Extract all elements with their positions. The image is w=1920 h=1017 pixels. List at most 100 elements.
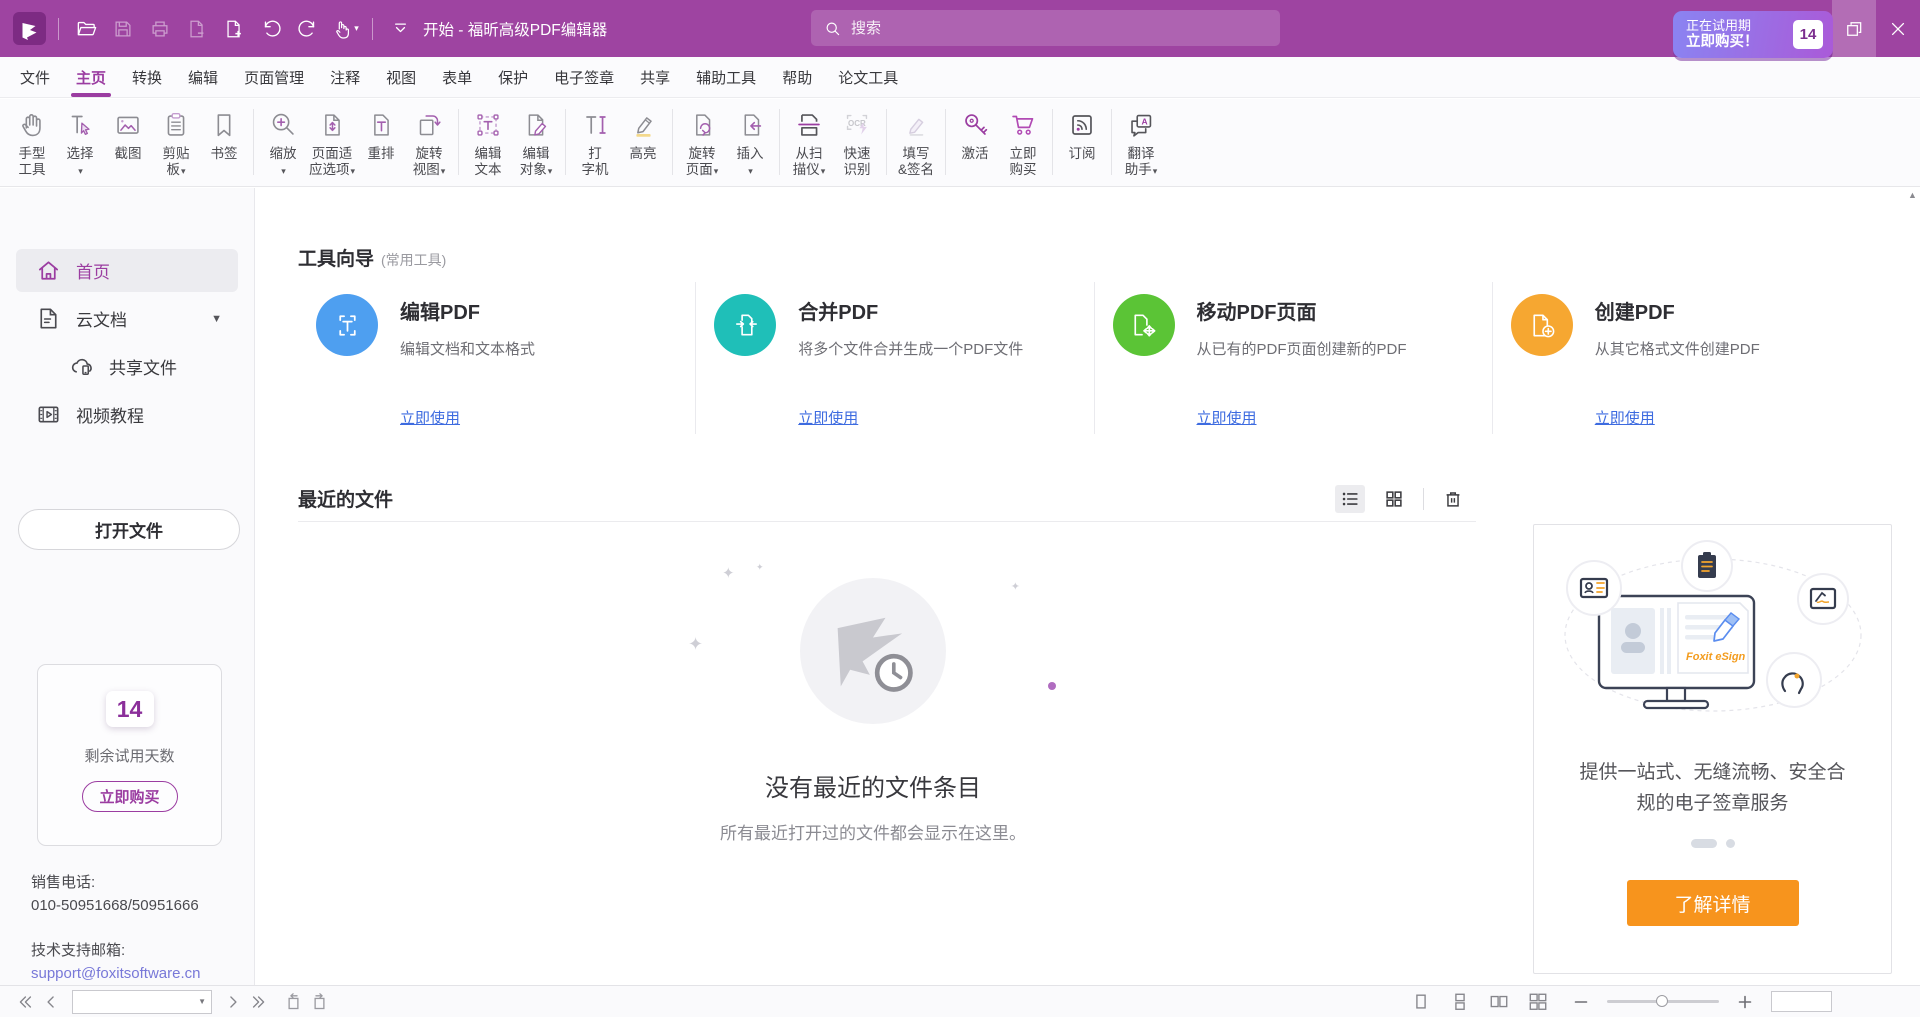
buy-now-button[interactable]: 立即购买 <box>999 104 1047 178</box>
app-logo <box>13 12 46 45</box>
buy-now-button[interactable]: 立即购买 <box>82 781 178 812</box>
open-folder-button[interactable] <box>71 14 101 44</box>
snapshot-icon <box>111 108 145 142</box>
use-now-link[interactable]: 立即使用 <box>1197 407 1407 428</box>
sidebar-item-shared-files[interactable]: 共享文件 <box>16 345 238 388</box>
hand-pointer-button[interactable]: ▾ <box>330 14 360 44</box>
zoom-slider[interactable] <box>1607 1000 1719 1003</box>
menu-tab-11[interactable]: 辅助工具 <box>683 57 769 97</box>
snapshot-button[interactable]: 截图 <box>104 104 152 179</box>
search-input[interactable] <box>851 20 1268 37</box>
menu-tab-8[interactable]: 保护 <box>485 57 541 97</box>
page-dropdown-caret[interactable]: ▼ <box>198 997 211 1006</box>
clear-recent-icon[interactable] <box>1438 485 1468 513</box>
zoom-out-icon[interactable] <box>1568 990 1594 1014</box>
search-box[interactable] <box>811 10 1280 46</box>
menu-tab-7[interactable]: 表单 <box>429 57 485 97</box>
page-number-input[interactable] <box>73 994 198 1009</box>
first-page-icon[interactable] <box>12 990 38 1014</box>
chevron-down-icon[interactable]: ▼ <box>211 313 222 325</box>
clipboard-button[interactable]: 剪贴板▾ <box>152 104 200 179</box>
zoom-slider-thumb[interactable] <box>1656 995 1668 1007</box>
fill-sign-button[interactable]: 填写&签名 <box>892 104 940 178</box>
sidebar-item-home[interactable]: 首页 <box>16 249 238 292</box>
activate-button[interactable]: 激活 <box>951 104 999 178</box>
reflow-button[interactable]: 重排 <box>357 104 405 179</box>
prev-page-icon[interactable] <box>38 990 64 1014</box>
single-page-icon[interactable] <box>1408 990 1434 1014</box>
restore-button[interactable] <box>1832 0 1876 57</box>
search-icon <box>823 19 842 38</box>
menu-tab-9[interactable]: 电子签章 <box>541 57 627 97</box>
menu-tab-3[interactable]: 编辑 <box>175 57 231 97</box>
use-now-link[interactable]: 立即使用 <box>798 407 1023 428</box>
ribbon-toolbar: 手型工具选择▾截图 剪贴板▾书签 缩放▾页面适应选项▾重排 旋转视图▾编辑文本编… <box>0 99 1920 187</box>
from-scanner-button[interactable]: 从扫描仪▾ <box>785 104 833 179</box>
facing-continuous-icon[interactable] <box>1525 990 1551 1014</box>
menu-tab-4[interactable]: 页面管理 <box>231 57 317 97</box>
translate-assistant-button[interactable]: A翻译助手▾ <box>1117 104 1165 179</box>
zoom-percentage-input[interactable] <box>1772 992 1831 1011</box>
page-fit-options-button[interactable]: 页面适应选项▾ <box>307 104 357 179</box>
insert-button[interactable]: 插入▾ <box>726 104 774 179</box>
rotate-pages-button[interactable]: 旋转页面▾ <box>678 104 726 179</box>
use-now-link[interactable]: 立即使用 <box>400 407 535 428</box>
new-file-button[interactable] <box>219 14 249 44</box>
menu-tab-2[interactable]: 转换 <box>119 57 175 97</box>
menu-tab-0[interactable]: 文件 <box>7 57 63 97</box>
last-page-icon[interactable] <box>246 990 272 1014</box>
esign-illustration: Foxit eSign <box>1547 533 1879 741</box>
sidebar-item-cloud-docs[interactable]: 云文档▼ <box>16 297 238 340</box>
esign-brand-text: Foxit eSign <box>1686 651 1746 663</box>
support-email-label: 技术支持邮箱: <box>31 939 200 962</box>
print-button[interactable] <box>145 14 175 44</box>
carousel-dot-active[interactable] <box>1691 839 1717 848</box>
rotate-view-button[interactable]: 旋转视图▾ <box>405 104 453 179</box>
undo-button[interactable] <box>256 14 286 44</box>
menu-tab-1[interactable]: 主页 <box>63 57 119 97</box>
delete-page-button[interactable] <box>182 14 212 44</box>
edit-text-button[interactable]: 编辑文本 <box>464 104 512 179</box>
support-email-link[interactable]: support@foxitsoftware.cn <box>31 962 200 985</box>
scroll-up-arrow[interactable]: ▲ <box>1908 190 1917 985</box>
content-scrollbar[interactable]: ▲ <box>1905 188 1920 985</box>
rotate-right-icon[interactable] <box>306 990 332 1014</box>
sidebar-item-video-tutorials[interactable]: 视频教程 <box>16 393 238 436</box>
redo-button[interactable] <box>293 14 323 44</box>
zoom-button[interactable]: 缩放▾ <box>259 104 307 179</box>
trial-countdown-badge[interactable]: 正在试用期 立即购买！ 14 <box>1673 11 1833 58</box>
create-pdf-icon <box>1511 294 1573 356</box>
bookmark-icon <box>207 108 241 142</box>
menu-tab-12[interactable]: 帮助 <box>769 57 825 97</box>
collapse-toolbar-button[interactable] <box>385 14 415 44</box>
quick-ocr-button[interactable]: OCR快速识别 <box>833 104 881 179</box>
open-file-button[interactable]: 打开文件 <box>18 509 240 550</box>
zoom-in-icon[interactable] <box>1732 990 1758 1014</box>
facing-page-icon[interactable] <box>1486 990 1512 1014</box>
hand-tool-button[interactable]: 手型工具 <box>8 104 56 179</box>
next-page-icon[interactable] <box>220 990 246 1014</box>
close-button[interactable] <box>1876 0 1920 57</box>
highlight-button[interactable]: 高亮 <box>619 104 667 178</box>
save-button[interactable] <box>108 14 138 44</box>
use-now-link[interactable]: 立即使用 <box>1595 407 1760 428</box>
zoom-percentage-box[interactable] <box>1771 991 1832 1012</box>
menu-tab-10[interactable]: 共享 <box>627 57 683 97</box>
typewriter-button[interactable]: 打字机 <box>571 104 619 178</box>
rotate-left-icon[interactable] <box>280 990 306 1014</box>
menu-tab-5[interactable]: 注释 <box>317 57 373 97</box>
menu-tab-13[interactable]: 论文工具 <box>825 57 911 97</box>
carousel-dot[interactable] <box>1726 839 1735 848</box>
learn-more-button[interactable]: 了解详情 <box>1627 880 1799 926</box>
bookmark-button[interactable]: 书签 <box>200 104 248 179</box>
page-number-box[interactable]: ▼ <box>72 990 212 1014</box>
subscribe-button[interactable]: 订阅 <box>1058 104 1106 178</box>
rotate-view-label: 旋转 <box>416 146 443 162</box>
continuous-page-icon[interactable] <box>1447 990 1473 1014</box>
select-tool-button[interactable]: 选择▾ <box>56 104 104 179</box>
menu-tab-6[interactable]: 视图 <box>373 57 429 97</box>
trial-caption: 剩余试用天数 <box>84 745 174 766</box>
grid-view-icon[interactable] <box>1379 485 1409 513</box>
edit-object-button[interactable]: 编辑对象▾ <box>512 104 560 179</box>
list-view-icon[interactable] <box>1335 485 1365 513</box>
